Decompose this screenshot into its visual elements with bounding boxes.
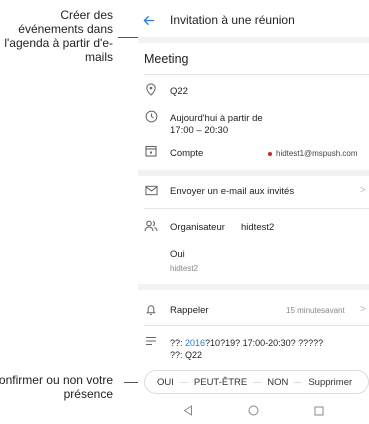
clock-icon <box>144 109 158 123</box>
arrow-left-icon[interactable] <box>142 13 156 27</box>
callout-confirm-presence: Confirmer ou non votre présence <box>0 373 113 401</box>
decline-button[interactable]: NON <box>261 377 294 388</box>
organizer-name: hidtest2 <box>241 222 275 233</box>
account-email-text: hidtest1@mspush.com <box>276 149 358 158</box>
email-invitees-label: Envoyer un e-mail aux invités <box>170 186 295 197</box>
separator <box>179 381 188 383</box>
location-pin-icon <box>144 82 158 96</box>
triangle-back-icon[interactable] <box>183 403 193 421</box>
attendee-response: Oui <box>170 249 185 260</box>
callout-create-events: Créer des événements dans l'agenda à par… <box>4 8 113 64</box>
event-time-label: Aujourd'hui à partir de <box>170 113 263 124</box>
system-nav-bar <box>138 400 369 424</box>
accept-button[interactable]: OUI <box>151 377 180 388</box>
envelope-icon <box>144 183 158 197</box>
chevron-right-icon: > <box>360 185 366 196</box>
circle-home-icon[interactable] <box>248 403 259 421</box>
description-line-1: ??: 2016?10?19? 17:00-20:30? ????? <box>170 338 323 348</box>
square-recent-icon[interactable] <box>314 403 324 421</box>
event-location: Q22 <box>170 86 188 97</box>
reminder-label: Rappeler <box>170 305 209 316</box>
chevron-right-icon: > <box>360 304 366 315</box>
delete-button[interactable]: Supprimer <box>302 377 358 388</box>
divider <box>144 325 369 326</box>
calendar-account-icon <box>144 144 158 158</box>
separator <box>294 381 303 383</box>
maybe-button[interactable]: PEUT-ÊTRE <box>188 377 253 388</box>
page-title: Invitation à une réunion <box>170 13 295 27</box>
separator <box>253 381 262 383</box>
reminder-value: 15 minutesavant <box>286 306 345 315</box>
event-time-range: 17:00 – 20:30 <box>170 125 229 136</box>
event-title: Meeting <box>144 52 189 66</box>
description-year-link[interactable]: 2016 <box>185 338 205 348</box>
description-rest: ?10?19? 17:00-20:30? ????? <box>205 338 324 348</box>
description-line-2: ??: Q22 <box>170 350 203 360</box>
attendee-name: hidtest2 <box>170 264 199 273</box>
people-icon <box>144 219 158 233</box>
response-bar: OUI PEUT-ÊTRE NON Supprimer <box>144 370 369 394</box>
organizer-label: Organisateur <box>170 222 225 233</box>
divider <box>144 208 369 209</box>
invitation-screen: Invitation à une réunion Meeting Q22 Auj… <box>138 0 369 424</box>
account-email: hidtest1@mspush.com <box>268 149 358 158</box>
bell-icon <box>144 302 158 316</box>
description-prefix: ??: <box>170 338 186 348</box>
divider <box>144 74 369 75</box>
section-gap <box>138 37 369 43</box>
account-label: Compte <box>170 148 204 159</box>
text-lines-icon <box>144 334 158 348</box>
account-color-dot <box>268 151 272 156</box>
